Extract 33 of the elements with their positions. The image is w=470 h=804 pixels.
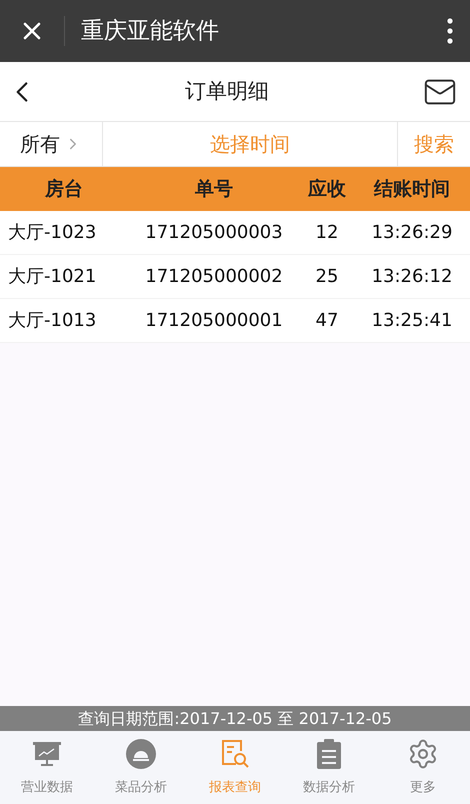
column-header: 单号 (194, 176, 234, 202)
table-cell-text: 47 (314, 309, 340, 333)
column-header: 结账时间 (372, 176, 451, 202)
clipboard-icon (316, 738, 342, 770)
table-cell-text: 大厅-1013 (7, 309, 98, 333)
table-cell-text: 13:26:29 (370, 221, 454, 245)
table-cell-text: 13:25:41 (370, 309, 454, 333)
tab[interactable]: 数据分析 (282, 731, 376, 804)
tab[interactable]: 菜品分析 (94, 731, 188, 804)
window-title: 重庆亚能软件 (81, 16, 220, 46)
table-cell-text: 大厅-1021 (7, 265, 98, 289)
table-cell-text: 171205000003 (144, 221, 284, 245)
table-cell-text: 12 (314, 221, 340, 245)
monitor-chart-icon (32, 740, 62, 767)
settings-icon (407, 738, 439, 770)
page-title: 订单明细 (184, 78, 270, 105)
table-cell-text: 171205000002 (144, 265, 284, 289)
column-header: 应收 (306, 176, 347, 202)
cloche-icon (126, 738, 156, 769)
tab[interactable]: 更多 (376, 731, 470, 804)
tab[interactable]: 报表查询 (188, 731, 282, 804)
search-button[interactable]: 搜索 (398, 122, 470, 166)
tab[interactable]: 营业数据 (0, 731, 94, 804)
table-cell-text: 大厅-1023 (7, 221, 98, 245)
scope-selector[interactable]: 所有 (0, 122, 103, 166)
table-cell-text: 25 (314, 265, 340, 289)
table-cell-text: 13:26:12 (370, 265, 454, 289)
column-header: 房台 (44, 176, 84, 202)
table-cell-text: 171205000001 (144, 309, 284, 333)
date-range-text: 查询日期范围:2017-12-05 至 2017-12-05 (78, 708, 392, 730)
document-search-icon (219, 738, 251, 770)
time-picker[interactable]: 选择时间 (103, 122, 398, 166)
menu-icon (447, 18, 453, 44)
